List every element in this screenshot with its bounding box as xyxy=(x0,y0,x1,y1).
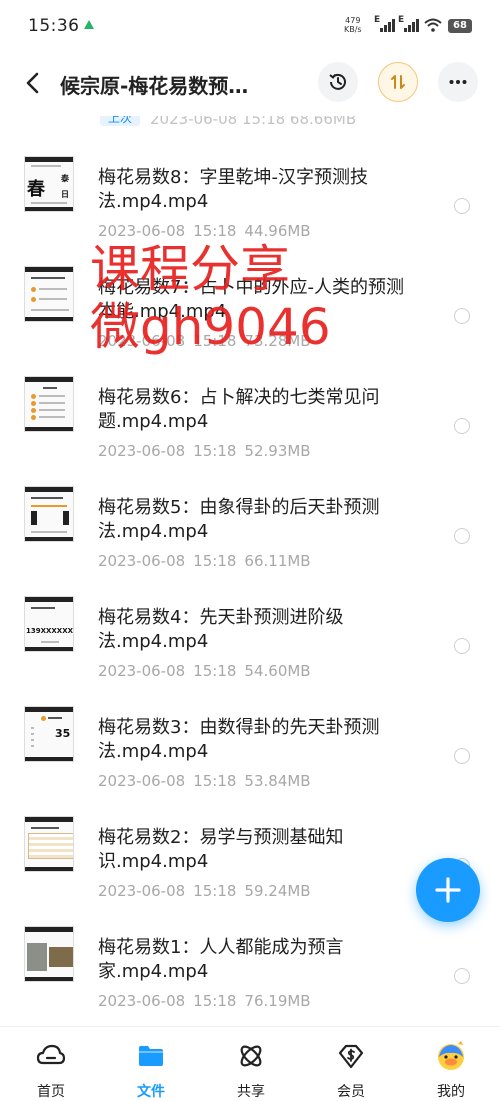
history-button[interactable] xyxy=(318,62,358,102)
tab-vip[interactable]: 会员 xyxy=(316,1041,386,1101)
tab-label: 我的 xyxy=(437,1084,465,1100)
file-name: 梅花易数5：由象得卦的后天卦预测法.mp4.mp4 xyxy=(98,497,380,542)
thumbnail-text: 35 xyxy=(55,727,71,740)
select-radio[interactable] xyxy=(454,418,470,434)
status-time: 15:36 xyxy=(28,16,80,36)
thumbnail-text: 泰 xyxy=(61,174,69,183)
more-dots-icon xyxy=(449,80,467,84)
thumbnail-text: 139XXXXXXXX xyxy=(26,627,73,635)
tab-share[interactable]: 共享 xyxy=(216,1041,286,1101)
tab-label: 会员 xyxy=(337,1084,365,1100)
tab-files[interactable]: 文件 xyxy=(116,1041,186,1101)
video-thumbnail xyxy=(24,266,74,322)
video-thumbnail xyxy=(24,816,74,872)
plus-icon xyxy=(435,877,461,903)
file-name: 梅花易数4：先天卦预测进阶级法.mp4.mp4 xyxy=(98,607,344,652)
network-speed-unit: KB/s xyxy=(344,25,362,34)
status-bar: 15:36 479 KB/s E E 68 xyxy=(0,0,500,50)
network-speed: 479 KB/s xyxy=(344,16,362,34)
video-thumbnail xyxy=(24,376,74,432)
file-date: 2023-06-08 xyxy=(98,992,186,1010)
video-thumbnail: 35 xyxy=(24,706,74,762)
cell-signal-1-label: E xyxy=(374,15,381,25)
video-thumbnail: 139XXXXXXXX xyxy=(24,596,74,652)
cell-signal-2-label: E xyxy=(398,15,405,25)
cell-signal-1-icon: E xyxy=(374,15,395,32)
tab-label: 共享 xyxy=(237,1084,265,1100)
add-button[interactable] xyxy=(416,858,480,922)
file-name: 梅花易数6：占卜解决的七类常见问题.mp4.mp4 xyxy=(98,387,380,432)
list-item[interactable]: 梅花易数6：占卜解决的七类常见问题.mp4.mp4 2023-06-08 15:1… xyxy=(0,342,500,460)
file-name: 梅花易数2：易学与预测基础知识.mp4.mp4 xyxy=(98,827,344,872)
page-title: 候宗原-梅花易数预… xyxy=(60,74,249,98)
file-name: 梅花易数7：占卜中的外应-人类的预测本能.mp4.mp4 xyxy=(98,277,404,322)
video-thumbnail: 春 泰 日 xyxy=(24,156,74,212)
list-item[interactable]: 139XXXXXXXX 梅花易数4：先天卦预测进阶级法.mp4.mp4 2023… xyxy=(0,562,500,680)
thumbnail-text: 春 xyxy=(27,179,45,200)
file-name: 梅花易数3：由数得卦的先天卦预测法.mp4.mp4 xyxy=(98,717,380,762)
home-cloud-icon xyxy=(36,1044,66,1065)
file-name: 梅花易数1：人人都能成为预言家.mp4.mp4 xyxy=(98,937,344,982)
select-radio[interactable] xyxy=(454,748,470,764)
file-name: 梅花易数8：字里乾坤-汉字预测技法.mp4.mp4 xyxy=(98,167,368,212)
file-size: 76.19MB xyxy=(244,992,311,1010)
thumbnail-text: 日 xyxy=(61,190,69,199)
wifi-icon xyxy=(424,18,442,32)
select-radio[interactable] xyxy=(454,308,470,324)
select-radio[interactable] xyxy=(454,528,470,544)
tab-label: 文件 xyxy=(137,1084,165,1100)
tab-home[interactable]: 首页 xyxy=(16,1041,86,1101)
list-item[interactable]: 梅花易数7：占卜中的外应-人类的预测本能.mp4.mp4 2023-06-08 1… xyxy=(0,232,500,350)
select-radio[interactable] xyxy=(454,968,470,984)
tab-mine[interactable]: 我的 xyxy=(416,1041,486,1101)
bottom-tab-bar: 首页 文件 共享 会员 我的 xyxy=(0,1026,500,1101)
header-bar: 候宗原-梅花易数预… xyxy=(0,50,500,116)
vip-dollar-icon xyxy=(338,1044,364,1069)
select-radio[interactable] xyxy=(454,638,470,654)
file-meta: 2023-06-08 15:18 76.19MB xyxy=(98,992,319,1010)
more-button[interactable] xyxy=(438,62,478,102)
list-item[interactable]: 春 泰 日 梅花易数8：字里乾坤-汉字预测技法.mp4.mp4 2023-06-… xyxy=(0,122,500,240)
sort-button[interactable] xyxy=(378,62,418,102)
history-clock-icon xyxy=(329,73,346,90)
app-notification-icon xyxy=(84,20,94,29)
video-thumbnail xyxy=(24,486,74,542)
avatar-icon xyxy=(438,1041,464,1070)
cell-signal-2-icon: E xyxy=(398,15,419,32)
list-item[interactable]: 35 梅花易数3：由数得卦的先天卦预测法.mp4.mp4 2023-06-08 1… xyxy=(0,672,500,790)
video-thumbnail xyxy=(24,926,74,982)
battery-indicator: 68 xyxy=(448,19,472,33)
back-arrow-icon[interactable] xyxy=(20,70,46,96)
folder-icon xyxy=(139,1046,163,1066)
file-time: 15:18 xyxy=(193,992,237,1010)
select-radio[interactable] xyxy=(454,198,470,214)
sort-arrows-icon xyxy=(391,75,405,89)
share-orbit-icon xyxy=(240,1045,262,1067)
network-speed-value: 479 xyxy=(345,16,361,25)
list-item[interactable]: 梅花易数5：由象得卦的后天卦预测法.mp4.mp4 2023-06-08 15:1… xyxy=(0,452,500,570)
tab-label: 首页 xyxy=(37,1084,65,1100)
